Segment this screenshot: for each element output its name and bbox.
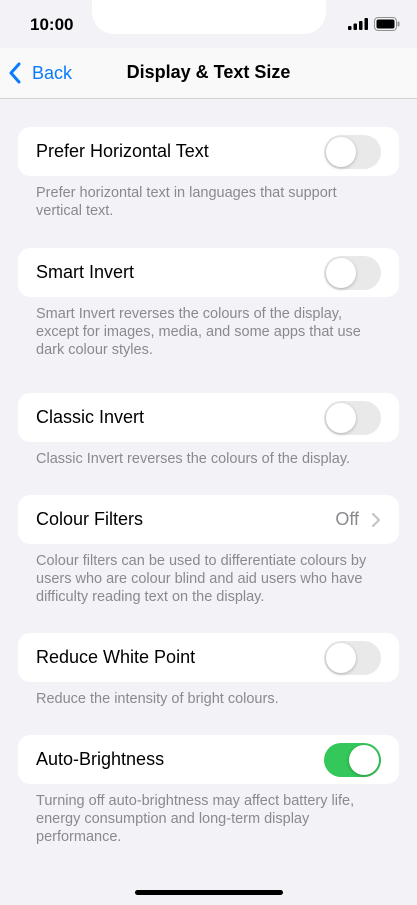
colour-filters-label: Colour Filters (36, 509, 144, 529)
page-title: Display & Text Size (126, 62, 291, 82)
chevron-right-icon (371, 512, 381, 527)
prefer-horizontal-text-footer: Prefer horizontal text in languages that… (36, 185, 337, 219)
prefer-horizontal-text-row[interactable]: Prefer Horizontal Text (18, 127, 399, 176)
settings-list: Prefer Horizontal Text Prefer horizontal… (18, 127, 399, 856)
toggle-knob (326, 257, 356, 288)
toggle-knob (326, 136, 356, 167)
status-time: 10:00 (30, 15, 74, 34)
reduce-white-point-row[interactable]: Reduce White Point (18, 633, 399, 682)
smart-invert-row[interactable]: Smart Invert (18, 248, 399, 297)
reduce-white-point-toggle[interactable] (324, 640, 381, 675)
battery-icon (374, 17, 400, 31)
smart-invert-footer: Smart Invert reverses the colours of the… (36, 306, 361, 358)
reduce-white-point-label: Reduce White Point (36, 647, 196, 667)
navigation-bar: Back Display & Text Size (0, 48, 417, 99)
colour-filters-row[interactable]: Colour Filters Off (18, 495, 399, 544)
classic-invert-toggle[interactable] (324, 400, 381, 435)
classic-invert-footer: Classic Invert reverses the colours of t… (36, 451, 351, 467)
prefer-horizontal-text-label: Prefer Horizontal Text (36, 141, 209, 161)
auto-brightness-label: Auto-Brightness (36, 749, 165, 769)
toggle-knob (326, 642, 356, 673)
notch (92, 0, 326, 34)
colour-filters-value-wrap: Off (335, 509, 381, 530)
classic-invert-label: Classic Invert (36, 407, 145, 427)
prefer-horizontal-text-toggle[interactable] (324, 134, 381, 169)
cellular-signal-icon (348, 18, 368, 30)
classic-invert-row[interactable]: Classic Invert (18, 393, 399, 442)
home-indicator[interactable] (135, 890, 283, 895)
auto-brightness-toggle[interactable] (324, 742, 381, 777)
toggle-knob (326, 402, 356, 433)
colour-filters-value: Off (335, 509, 359, 529)
auto-brightness-footer: Turning off auto-brightness may affect b… (36, 793, 355, 845)
smart-invert-label: Smart Invert (36, 262, 135, 282)
reduce-white-point-footer: Reduce the intensity of bright colours. (36, 691, 279, 707)
auto-brightness-row[interactable]: Auto-Brightness (18, 735, 399, 784)
colour-filters-footer: Colour filters can be used to differenti… (36, 553, 367, 605)
status-bar: 10:00 (0, 0, 417, 48)
phone-screen: 10:00 Back Display & Text Size Prefer Ho… (0, 0, 417, 905)
toggle-knob (349, 744, 379, 775)
smart-invert-toggle[interactable] (324, 255, 381, 290)
